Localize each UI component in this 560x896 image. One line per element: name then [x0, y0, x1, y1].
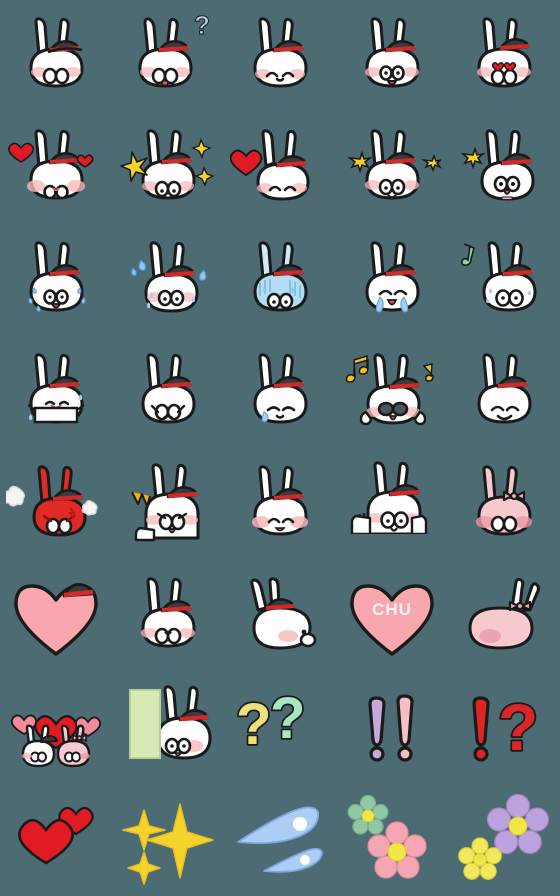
sticker-bunny-sly-smile[interactable] [448, 336, 560, 448]
sticker-bunny-happy-closed[interactable] [224, 0, 336, 112]
sticker-bunny-behind-wall[interactable] [112, 672, 224, 784]
sticker-bunny-angry-red[interactable] [0, 448, 112, 560]
sticker-bunny-smiling[interactable] [112, 560, 224, 672]
svg-text:?: ? [270, 686, 305, 751]
sticker-bunny-shock-flash[interactable] [448, 112, 560, 224]
sticker-heart-chu-kiss[interactable]: CHU [336, 560, 448, 672]
sticker-flowers-green-pink[interactable] [336, 784, 448, 896]
sticker-bunny-sunglasses-music[interactable] [336, 336, 448, 448]
sticker-bunny-face-mask[interactable] [0, 336, 112, 448]
sticker-flowers-purple-yellow[interactable] [448, 784, 560, 896]
sticker-bunny-peeking-hands[interactable] [336, 448, 448, 560]
sticker-bunny-heart-eyes[interactable] [448, 0, 560, 112]
sticker-bunny-sparkle-stars[interactable] [112, 112, 224, 224]
sticker-double-exclamation[interactable] [336, 672, 448, 784]
sticker-bunny-crying-tears[interactable] [0, 224, 112, 336]
svg-text:?: ? [498, 690, 538, 764]
sticker-interrobang-red[interactable]: ? [448, 672, 560, 784]
sticker-bunny-back-ribbon[interactable] [448, 560, 560, 672]
sticker-bunny-sobbing[interactable] [336, 224, 448, 336]
sticker-heart-with-hat[interactable] [0, 560, 112, 672]
sticker-bunny-embarrassed[interactable] [224, 448, 336, 560]
sticker-bunny-blue-sad[interactable] [224, 224, 336, 336]
sticker-bunny-couple-hearts[interactable] [0, 672, 112, 784]
sticker-bunny-sad-frown[interactable] [112, 336, 224, 448]
sticker-bunny-sweating-panic[interactable] [112, 224, 224, 336]
sticker-bunny-side-profile[interactable] [224, 560, 336, 672]
sticker-bunny-tongue-out[interactable] [336, 0, 448, 112]
sticker-bunny-sleepy-tear[interactable] [224, 336, 336, 448]
sticker-bunny-pink-ribbon[interactable] [448, 448, 560, 560]
svg-text:?: ? [194, 10, 210, 40]
sticker-bunny-crown-peek[interactable] [112, 448, 224, 560]
sticker-bunny-flash-marks[interactable] [336, 112, 448, 224]
sticker-bunny-one-heart[interactable] [224, 112, 336, 224]
sticker-yellow-sparkles[interactable] [112, 784, 224, 896]
sticker-double-question-mark[interactable]: ? ? [224, 672, 336, 784]
sticker-red-hearts[interactable] [0, 784, 112, 896]
svg-text:?: ? [236, 692, 271, 757]
sticker-blue-sweat-drops[interactable] [224, 784, 336, 896]
sticker-bunny-neutral[interactable] [0, 0, 112, 112]
sticker-bunny-in-love-hearts[interactable] [0, 112, 112, 224]
sticker-grid: ? CHU ? ? ? [0, 0, 560, 896]
sticker-bunny-question[interactable]: ? [112, 0, 224, 112]
sticker-bunny-whistling[interactable] [448, 224, 560, 336]
